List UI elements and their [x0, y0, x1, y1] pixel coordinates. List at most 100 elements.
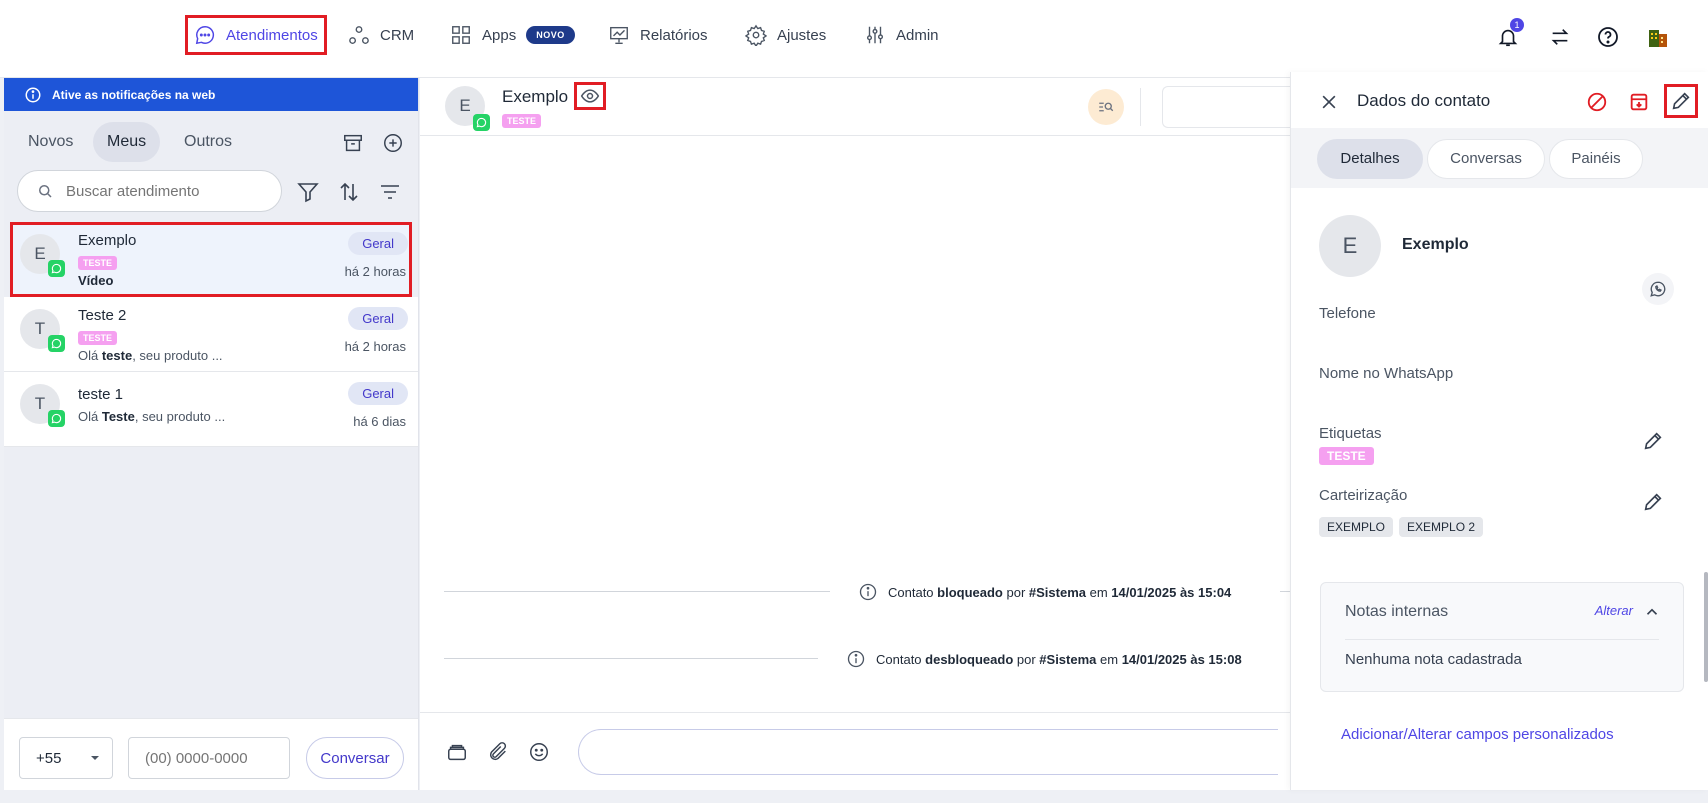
- chat-tag: TESTE: [502, 111, 542, 129]
- nav-atendimentos[interactable]: Atendimentos: [185, 15, 327, 55]
- divider-line: [1280, 591, 1290, 592]
- tab-novos[interactable]: Novos: [14, 122, 87, 162]
- tab-meus[interactable]: Meus: [93, 122, 161, 162]
- whatsapp-icon: [48, 335, 65, 352]
- caret-down-icon: [90, 753, 100, 763]
- nav-apps[interactable]: Apps NOVO: [450, 20, 575, 50]
- conversation-item-teste-2[interactable]: T Teste 2 TESTE Olá teste, seu produto .…: [4, 297, 418, 372]
- edit-contact-icon[interactable]: [1664, 84, 1698, 118]
- archive-contact-icon[interactable]: [1625, 88, 1653, 116]
- scrollbar[interactable]: [1704, 572, 1708, 682]
- preview-bold: teste: [101, 348, 133, 363]
- header-divider: [1140, 88, 1141, 126]
- tag-pill: TESTE: [502, 114, 542, 128]
- edit-etiquetas-icon[interactable]: [1639, 427, 1667, 455]
- etiquetas-label: Etiquetas: [1319, 425, 1382, 442]
- conversation-item-teste-1[interactable]: T teste 1 Olá Teste, seu produto ... Ger…: [4, 372, 418, 447]
- header-action-box[interactable]: [1162, 86, 1290, 128]
- bell-icon[interactable]: 1: [1494, 18, 1524, 51]
- nav-label: Ajustes: [777, 26, 827, 44]
- help-icon[interactable]: [1594, 23, 1622, 51]
- queue-badge: Geral: [348, 382, 408, 405]
- msg-actor: #Sistema: [1028, 584, 1086, 600]
- archive-icon[interactable]: [340, 130, 366, 156]
- system-message-text: Contato bloqueado por #Sistema em 14/01/…: [858, 582, 1231, 602]
- building-icon[interactable]: [1644, 23, 1672, 51]
- emoji-icon[interactable]: [526, 739, 552, 765]
- conversation-tag: TESTE: [78, 328, 118, 346]
- attachment-icon[interactable]: [485, 739, 511, 765]
- phone-input[interactable]: [128, 737, 290, 779]
- preview-rest: , seu produto ...: [132, 348, 223, 363]
- conversar-button[interactable]: Conversar: [306, 737, 404, 779]
- conversation-time: há 2 horas: [344, 264, 406, 279]
- msg-at: em: [1096, 651, 1122, 667]
- conversation-time: há 2 horas: [344, 339, 406, 354]
- divider-line: [444, 591, 830, 592]
- preview-prefix: Olá: [78, 348, 102, 363]
- conversation-tag: TESTE: [78, 253, 118, 271]
- country-code-select[interactable]: +55: [19, 737, 113, 779]
- add-circle-icon[interactable]: [380, 130, 406, 156]
- message-input[interactable]: [578, 729, 1278, 775]
- chat-header: E Exemplo TESTE: [420, 78, 1290, 136]
- chat-bubble-icon: [194, 24, 216, 46]
- divider-line: [1345, 639, 1659, 640]
- sliders-icon: [864, 24, 886, 46]
- nav-label: Admin: [896, 26, 939, 44]
- system-message-text: Contato desbloqueado por #Sistema em 14/…: [846, 649, 1242, 669]
- whatsapp-icon: [473, 114, 490, 131]
- chat-panel: E Exemplo TESTE Contato bloqueado por #S…: [420, 78, 1290, 790]
- tag-pill: TESTE: [78, 256, 118, 270]
- etiqueta-list: TESTE: [1319, 447, 1374, 465]
- tab-detalhes[interactable]: Detalhes: [1317, 139, 1423, 179]
- search-input[interactable]: [66, 182, 256, 200]
- tab-paineis[interactable]: Painéis: [1549, 139, 1643, 179]
- msg-action: bloqueado: [937, 584, 1003, 600]
- chevron-up-icon[interactable]: [1643, 603, 1661, 621]
- list-filter-icon[interactable]: [376, 178, 404, 206]
- nav-ajustes[interactable]: Ajustes: [745, 20, 826, 50]
- nav-crm[interactable]: CRM: [348, 20, 414, 50]
- nav-label: CRM: [380, 26, 415, 44]
- info-icon: [846, 649, 866, 669]
- nav-label: Atendimentos: [226, 26, 318, 44]
- tag-pill: TESTE: [1319, 447, 1374, 465]
- conversation-name: Teste 2: [78, 307, 127, 324]
- contact-details-panel: Dados do contato Detalhes Conversas Pain…: [1290, 72, 1708, 790]
- sort-icon[interactable]: [335, 178, 363, 206]
- notification-banner[interactable]: Ative as notificações na web: [4, 78, 418, 111]
- msg-datetime: 14/01/2025 às 15:08: [1121, 651, 1242, 667]
- notes-edit-link[interactable]: Alterar: [1595, 603, 1633, 618]
- eye-icon[interactable]: [574, 82, 606, 110]
- tab-outros[interactable]: Outros: [170, 122, 246, 162]
- edit-carteirizacao-icon[interactable]: [1639, 488, 1667, 516]
- transfer-icon[interactable]: [1546, 23, 1574, 51]
- msg-prefix: Contato: [888, 584, 938, 600]
- preview-prefix: Olá: [78, 409, 102, 424]
- filter-icon[interactable]: [294, 178, 322, 206]
- preview-rest: , seu produto ...: [134, 409, 226, 424]
- chat-contact-name[interactable]: Exemplo: [502, 87, 568, 107]
- search-icon: [36, 182, 54, 200]
- system-message: Contato bloqueado por #Sistema em 14/01/…: [444, 577, 1290, 607]
- nav-admin[interactable]: Admin: [864, 20, 939, 50]
- whatsapp-icon[interactable]: [1642, 273, 1674, 305]
- contact-tabs: Detalhes Conversas Painéis: [1291, 128, 1708, 188]
- contact-name: Exemplo: [1402, 236, 1469, 253]
- search-messages-icon[interactable]: [1088, 89, 1124, 125]
- nav-relatorios[interactable]: Relatórios: [608, 20, 708, 50]
- conversation-name: Exemplo: [78, 232, 137, 249]
- quick-replies-icon[interactable]: [444, 739, 470, 765]
- block-icon[interactable]: [1583, 88, 1611, 116]
- tab-conversas[interactable]: Conversas: [1427, 139, 1545, 179]
- custom-fields-link[interactable]: Adicionar/Alterar campos personalizados: [1341, 726, 1614, 743]
- conversation-item-exemplo[interactable]: E Exemplo TESTE Vídeo Geral há 2 horas: [10, 222, 412, 297]
- conversation-preview: Olá Teste, seu produto ...: [78, 409, 225, 424]
- nome-whatsapp-label: Nome no WhatsApp: [1319, 365, 1454, 382]
- chart-presentation-icon: [608, 24, 630, 46]
- queue-badge: Geral: [348, 232, 408, 255]
- close-icon[interactable]: [1315, 88, 1343, 116]
- msg-at: em: [1085, 584, 1112, 600]
- conversation-tabs: Novos Meus Outros: [4, 122, 418, 162]
